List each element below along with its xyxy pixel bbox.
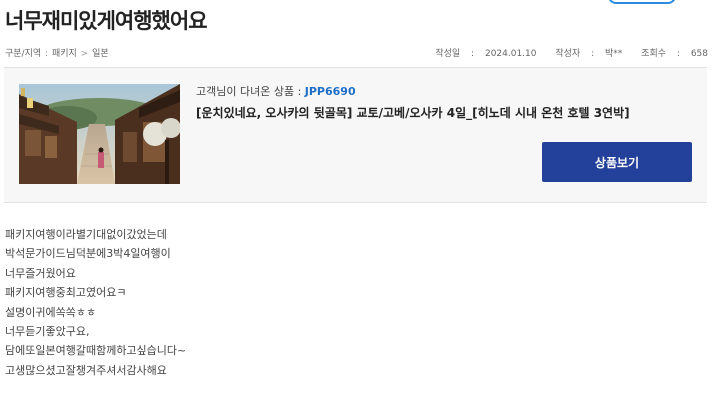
review-line: 패키지여행이라별기대없이갔었는데 [5, 228, 167, 241]
date-value: 2024.01.10 [484, 49, 537, 59]
decor-pill-button[interactable] [608, 0, 676, 4]
top-decoration [0, 0, 727, 4]
breadcrumb-label: 구분/지역 [5, 49, 42, 59]
view-product-button[interactable]: 상품보기 [542, 142, 692, 182]
date-label: 작성일 [435, 49, 461, 59]
kyoto-street-image [19, 84, 180, 184]
review-line: 설명이귀에쏙쏙ㅎㅎ [5, 305, 97, 319]
author-label: 작성자 [555, 49, 581, 59]
review-line: 고생많으셨고잘챙겨주셔서감사해요 [5, 363, 167, 377]
review-line: 패키지여행중최고였어요ㅋ [5, 286, 127, 300]
review-line: 너무즐거웠어요 [5, 266, 76, 280]
author-sep: : [591, 49, 595, 59]
views-label: 조회수 [641, 49, 667, 59]
breadcrumb-item-japan[interactable]: 일본 [92, 49, 109, 59]
author-value: 박** [605, 49, 623, 59]
breadcrumb-sep: : [45, 49, 49, 59]
product-code-row: 고객님이 다녀온 상품 : JPP6690 [196, 83, 356, 99]
views-sep: : [676, 49, 680, 59]
product-box: 고객님이 다녀온 상품 : JPP6690 [운치있네요, 오사카의 뒷골목] … [4, 67, 707, 203]
date-sep: : [471, 49, 475, 59]
review-body: 패키지여행이라별기대없이갔었는데 박석문가이드님덕분에3박4일여행이 너무즐거웠… [5, 225, 186, 380]
author-meta: 작성자 : 박** [547, 49, 622, 59]
product-thumbnail[interactable] [19, 84, 180, 184]
product-code[interactable]: JPP6690 [305, 85, 356, 98]
breadcrumb-item-package[interactable]: 패키지 [52, 49, 77, 59]
views-value: 658 [690, 49, 708, 59]
breadcrumb: 구분/지역 : 패키지 > 일본 [5, 46, 109, 59]
views-meta: 조회수 : 658 [633, 49, 708, 59]
date-meta: 작성일 : 2024.01.10 [427, 49, 536, 59]
review-line: 담에또일본여행갈때함께하고싶습니다~ [5, 344, 187, 358]
review-line: 너무듣기좋았구요, [5, 324, 90, 338]
product-title[interactable]: [운치있네요, 오사카의 뒷골목] 교토/고베/오사카 4일_[히노데 시내 온… [196, 104, 630, 121]
post-meta: 작성일 : 2024.01.10 작성자 : 박** 조회수 : 658 [419, 46, 708, 59]
product-intro-label: 고객님이 다녀온 상품 : [196, 85, 302, 98]
meta-row: 구분/지역 : 패키지 > 일본 작성일 : 2024.01.10 작성자 : … [0, 46, 727, 60]
breadcrumb-chevron: > [80, 49, 89, 59]
page-title: 너무재미있게여행했어요 [5, 9, 208, 33]
review-line: 박석문가이드님덕분에3박4일여행이 [5, 247, 171, 261]
